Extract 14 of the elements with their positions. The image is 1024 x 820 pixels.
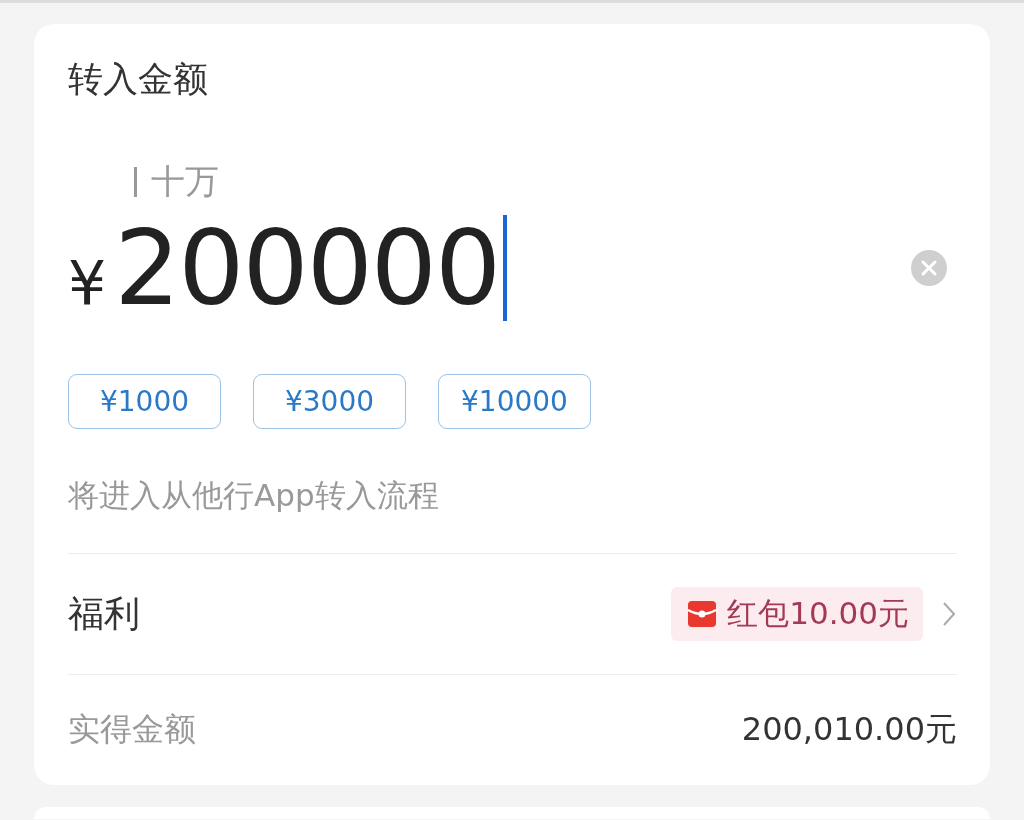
actual-amount-value: 200,010.00元 (741, 709, 957, 750)
section-title: 转入金额 (68, 58, 209, 101)
bonus-badge[interactable]: 红包10.00元 (671, 587, 923, 641)
welfare-label: 福利 (68, 591, 140, 636)
unit-hint: 十万 (151, 160, 219, 203)
actual-amount-label: 实得金额 (68, 709, 196, 750)
envelope-icon (687, 599, 718, 629)
hint-text: 将进入从他行App转入流程 (68, 476, 440, 515)
quick-amount-button[interactable]: ¥3000 (253, 374, 406, 429)
quick-amount-button[interactable]: ¥1000 (68, 374, 221, 429)
amount-field[interactable]: ¥200000 (68, 212, 508, 324)
chevron-right-icon[interactable] (941, 600, 957, 628)
clear-icon[interactable] (911, 250, 947, 286)
quick-amount-button[interactable]: ¥10000 (438, 374, 591, 429)
